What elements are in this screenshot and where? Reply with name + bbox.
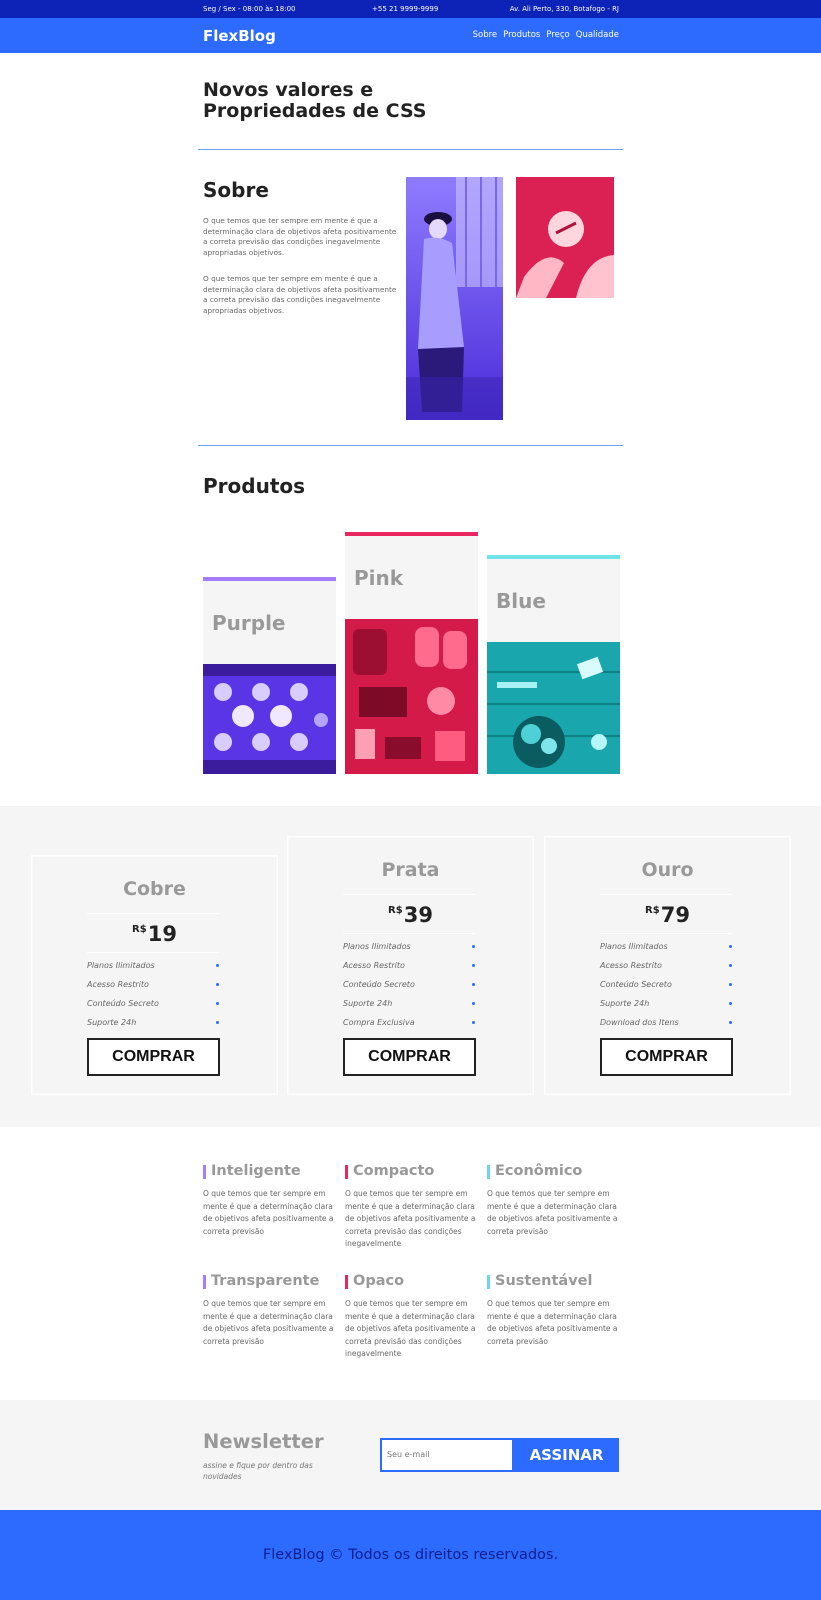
about-photo-woman xyxy=(406,177,503,420)
subscribe-button[interactable]: ASSINAR xyxy=(514,1438,619,1472)
plan-feature: Suporte 24h xyxy=(87,1018,219,1027)
phone-number: +55 21 9999-9999 xyxy=(372,5,439,13)
plan-feature: Suporte 24h xyxy=(600,999,732,1008)
product-image xyxy=(345,619,478,774)
plan-name: Ouro xyxy=(641,859,694,881)
feature-title: Econômico xyxy=(487,1163,582,1179)
nav-link-produtos[interactable]: Produtos xyxy=(503,30,540,40)
about-title: Sobre xyxy=(203,178,269,202)
feature-accent-mark xyxy=(345,1165,348,1179)
plan-price: R$19 xyxy=(132,922,177,946)
plan-feature: Download dos Itens xyxy=(600,1018,732,1027)
plan-card-ouro: Ouro R$79 Planos Ilimitados Acesso Restr… xyxy=(544,836,791,1095)
plan-divider xyxy=(600,894,732,895)
plan-divider xyxy=(87,913,219,914)
feature-opaco: Opaco O que temos que ter sempre em ment… xyxy=(345,1273,478,1363)
nav-link-qualidade[interactable]: Qualidade xyxy=(576,30,619,40)
logo[interactable]: FlexBlog xyxy=(203,27,276,45)
product-image xyxy=(487,642,620,774)
feature-title: Sustentável xyxy=(487,1273,592,1289)
buy-button[interactable]: COMPRAR xyxy=(343,1038,476,1076)
plan-price: R$79 xyxy=(645,903,690,927)
product-name: Pink xyxy=(354,566,404,590)
buy-button[interactable]: COMPRAR xyxy=(600,1038,733,1076)
product-color-bar xyxy=(345,532,478,536)
plan-feature: Planos Ilimitados xyxy=(87,961,219,970)
opening-hours: Seg / Sex - 08:00 às 18:00 xyxy=(203,5,296,13)
feature-transparente: Transparente O que temos que ter sempre … xyxy=(203,1273,336,1363)
copyright-text: FlexBlog © Todos os direitos reservados. xyxy=(262,1547,559,1563)
plan-feature: Acesso Restrito xyxy=(343,961,475,970)
buy-button[interactable]: COMPRAR xyxy=(87,1038,220,1076)
newsletter-section: Newsletter assine e fique por dentro das… xyxy=(0,1400,821,1510)
product-name: Purple xyxy=(212,611,286,635)
product-image xyxy=(203,664,336,774)
feature-text: O que temos que ter sempre em mente é qu… xyxy=(203,1189,334,1236)
product-color-bar xyxy=(203,577,336,581)
plan-card-prata: Prata R$39 Planos Ilimitados Acesso Rest… xyxy=(287,836,534,1095)
section-divider xyxy=(198,149,623,150)
feature-title: Compacto xyxy=(345,1163,434,1179)
about-paragraph: O que temos que ter sempre em mente é qu… xyxy=(203,274,397,315)
plan-feature: Conteúdo Secreto xyxy=(87,999,219,1008)
pricing-section: Cobre R$19 Planos Ilimitados Acesso Rest… xyxy=(0,806,821,1127)
product-card-blue[interactable]: Blue xyxy=(487,555,620,774)
currency-symbol: R$ xyxy=(645,905,660,916)
feature-title: Opaco xyxy=(345,1273,404,1289)
plan-feature: Conteúdo Secreto xyxy=(600,980,732,989)
plan-divider xyxy=(87,952,219,953)
plan-feature: Compra Exclusiva xyxy=(343,1018,475,1027)
feature-compacto: Compacto O que temos que ter sempre em m… xyxy=(345,1163,478,1253)
newsletter-title: Newsletter xyxy=(203,1430,324,1453)
nav-link-sobre[interactable]: Sobre xyxy=(473,30,498,40)
feature-accent-mark xyxy=(203,1275,206,1289)
feature-title: Inteligente xyxy=(203,1163,301,1179)
product-name: Blue xyxy=(496,589,546,613)
section-divider xyxy=(198,445,623,446)
feature-text: O que temos que ter sempre em mente é qu… xyxy=(487,1189,618,1236)
site-header: FlexBlog Sobre Produtos Preço Qualidade xyxy=(0,18,821,53)
product-color-bar xyxy=(487,555,620,559)
feature-sustentavel: Sustentável O que temos que ter sempre e… xyxy=(487,1273,620,1363)
about-paragraph: O que temos que ter sempre em mente é qu… xyxy=(203,216,397,257)
products-title: Produtos xyxy=(203,474,306,498)
currency-symbol: R$ xyxy=(132,924,147,935)
plan-card-cobre: Cobre R$19 Planos Ilimitados Acesso Rest… xyxy=(31,855,278,1095)
feature-accent-mark xyxy=(487,1275,490,1289)
feature-accent-mark xyxy=(203,1165,206,1179)
plan-name: Prata xyxy=(381,859,440,881)
plan-feature: Planos Ilimitados xyxy=(343,942,475,951)
feature-text: O que temos que ter sempre em mente é qu… xyxy=(345,1189,476,1248)
main-nav: Sobre Produtos Preço Qualidade xyxy=(473,30,619,40)
feature-text: O que temos que ter sempre em mente é qu… xyxy=(203,1299,334,1346)
feature-text: O que temos que ter sempre em mente é qu… xyxy=(487,1299,618,1346)
feature-text: O que temos que ter sempre em mente é qu… xyxy=(345,1299,476,1358)
plan-name: Cobre xyxy=(123,878,186,900)
plan-feature: Suporte 24h xyxy=(343,999,475,1008)
info-bar: Seg / Sex - 08:00 às 18:00 +55 21 9999-9… xyxy=(0,0,821,18)
currency-symbol: R$ xyxy=(388,905,403,916)
feature-accent-mark xyxy=(487,1165,490,1179)
plan-feature: Acesso Restrito xyxy=(600,961,732,970)
feature-economico: Econômico O que temos que ter sempre em … xyxy=(487,1163,620,1253)
feature-accent-mark xyxy=(345,1275,348,1289)
newsletter-subtitle: assine e fique por dentro das novidades xyxy=(203,1461,313,1481)
page-title: Novos valores e Propriedades de CSS xyxy=(203,79,427,122)
plan-feature: Acesso Restrito xyxy=(87,980,219,989)
plan-divider xyxy=(343,894,475,895)
plan-divider xyxy=(600,933,732,934)
site-footer: FlexBlog © Todos os direitos reservados. xyxy=(0,1510,821,1600)
email-input[interactable]: Seu e-mail xyxy=(380,1438,514,1472)
plan-feature: Planos Ilimitados xyxy=(600,942,732,951)
about-photo-hands xyxy=(516,177,614,298)
product-card-pink[interactable]: Pink xyxy=(345,532,478,774)
address: Av. Ali Perto, 330, Botafogo - RJ xyxy=(509,5,619,13)
product-card-purple[interactable]: Purple xyxy=(203,577,336,774)
feature-title: Transparente xyxy=(203,1273,319,1289)
plan-divider xyxy=(343,933,475,934)
feature-inteligente: Inteligente O que temos que ter sempre e… xyxy=(203,1163,336,1253)
plan-feature: Conteúdo Secreto xyxy=(343,980,475,989)
plan-price: R$39 xyxy=(388,903,433,927)
nav-link-preco[interactable]: Preço xyxy=(546,30,569,40)
